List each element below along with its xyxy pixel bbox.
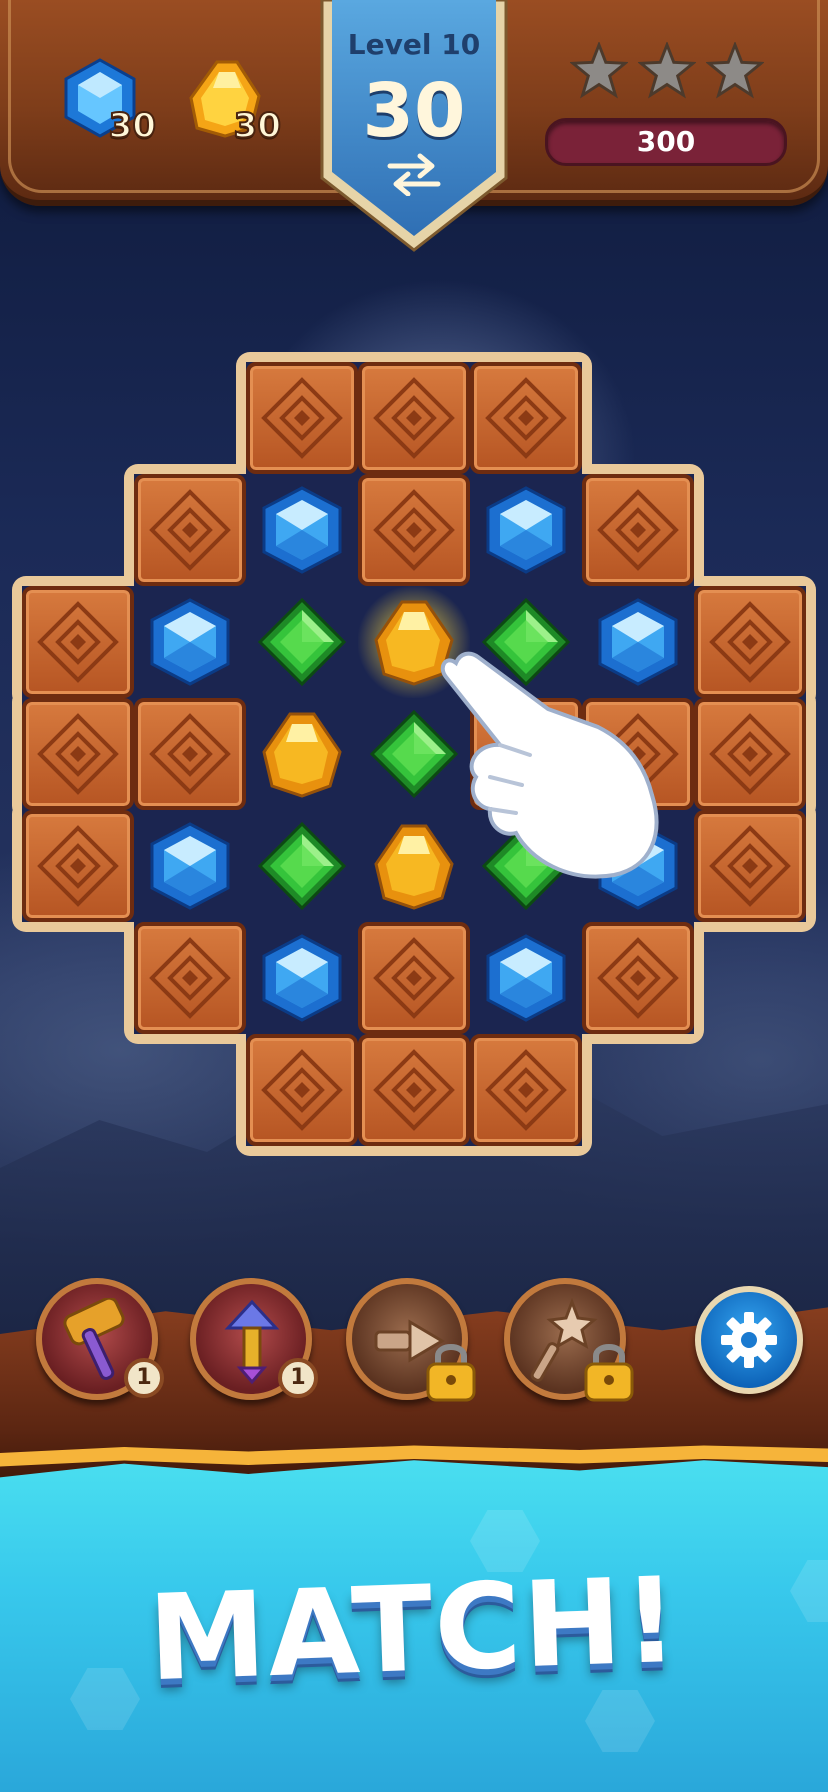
wooden-crate-tile[interactable]: [358, 362, 470, 474]
crate-pattern-icon: [709, 601, 791, 683]
blue-gem-icon: [262, 486, 342, 574]
wooden-crate-tile[interactable]: [358, 1034, 470, 1146]
crate-pattern-icon: [37, 713, 119, 795]
blue-gem-icon: [486, 486, 566, 574]
blue-gem-icon: [150, 598, 230, 686]
blue-gem-tile[interactable]: [134, 810, 246, 922]
yellow-gem-tile[interactable]: [246, 698, 358, 810]
blue-gem-tile[interactable]: [134, 586, 246, 698]
crate-pattern-icon: [373, 489, 455, 571]
blue-gem-icon: [150, 822, 230, 910]
crate-pattern-icon: [373, 937, 455, 1019]
crate-pattern-icon: [149, 937, 231, 1019]
wooden-crate-tile[interactable]: [134, 922, 246, 1034]
wooden-crate-tile[interactable]: [358, 922, 470, 1034]
green-gem-icon: [257, 597, 347, 687]
blue-gem-tile[interactable]: [246, 922, 358, 1034]
wooden-crate-tile[interactable]: [582, 474, 694, 586]
crate-pattern-icon: [597, 937, 679, 1019]
crate-pattern-icon: [149, 489, 231, 571]
crate-pattern-icon: [373, 377, 455, 459]
wooden-crate-tile[interactable]: [694, 698, 806, 810]
wooden-crate-tile[interactable]: [22, 810, 134, 922]
crate-pattern-icon: [597, 489, 679, 571]
green-gem-icon: [257, 821, 347, 911]
tutorial-hand-pointer: [440, 651, 659, 879]
wooden-crate-tile[interactable]: [694, 810, 806, 922]
lock-icon: [584, 1344, 634, 1402]
crate-pattern-icon: [373, 1049, 455, 1131]
yellow-gem-icon: [262, 712, 342, 798]
wooden-crate-tile[interactable]: [694, 586, 806, 698]
wooden-crate-tile[interactable]: [470, 1034, 582, 1146]
crate-pattern-icon: [261, 1049, 343, 1131]
green-gem-tile[interactable]: [246, 586, 358, 698]
crate-pattern-icon: [709, 825, 791, 907]
blue-gem-icon: [262, 934, 342, 1022]
wooden-crate-tile[interactable]: [582, 922, 694, 1034]
wooden-crate-tile[interactable]: [134, 474, 246, 586]
match-headline: MATCH!: [146, 1550, 682, 1708]
gear-icon: [721, 1312, 777, 1368]
green-gem-tile[interactable]: [246, 810, 358, 922]
crate-pattern-icon: [709, 713, 791, 795]
arrow-count-badge: 1: [278, 1358, 318, 1398]
crate-pattern-icon: [485, 377, 567, 459]
crate-pattern-icon: [37, 825, 119, 907]
settings-button[interactable]: [695, 1286, 803, 1394]
blue-gem-icon: [486, 934, 566, 1022]
wooden-crate-tile[interactable]: [22, 586, 134, 698]
lock-icon: [426, 1344, 476, 1402]
wooden-crate-tile[interactable]: [134, 698, 246, 810]
crate-pattern-icon: [485, 1049, 567, 1131]
crate-pattern-icon: [261, 377, 343, 459]
crate-pattern-icon: [37, 601, 119, 683]
wooden-crate-tile[interactable]: [470, 362, 582, 474]
blue-gem-tile[interactable]: [246, 474, 358, 586]
blue-gem-tile[interactable]: [470, 922, 582, 1034]
wooden-crate-tile[interactable]: [246, 362, 358, 474]
wooden-crate-tile[interactable]: [22, 698, 134, 810]
wooden-crate-tile[interactable]: [358, 474, 470, 586]
wooden-crate-tile[interactable]: [246, 1034, 358, 1146]
blue-gem-tile[interactable]: [470, 474, 582, 586]
crate-pattern-icon: [149, 713, 231, 795]
hammer-count-badge: 1: [124, 1358, 164, 1398]
